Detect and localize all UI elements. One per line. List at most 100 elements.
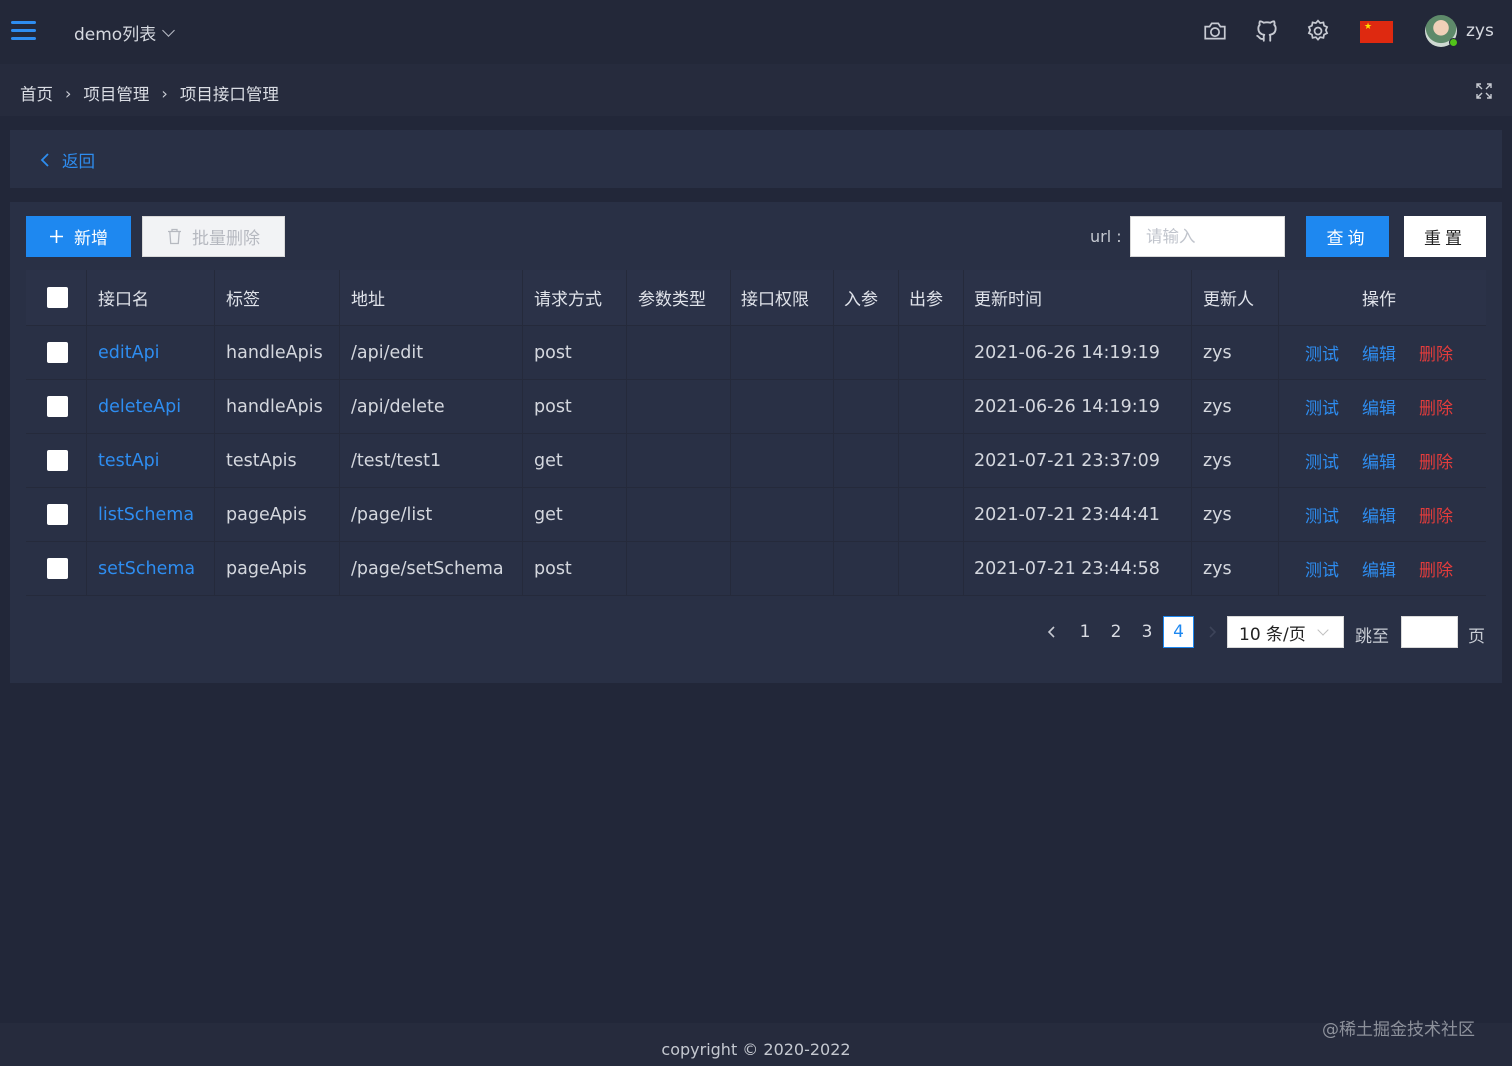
page-2[interactable]: 2 [1104, 616, 1128, 648]
batch-delete-button[interactable]: 批量删除 [142, 216, 285, 257]
url-search-input[interactable] [1130, 216, 1285, 257]
camera-icon[interactable] [1202, 18, 1228, 44]
delete-action-link[interactable]: 删除 [1419, 340, 1453, 365]
column-divider [1278, 488, 1279, 541]
column-header-tag: 标签 [226, 290, 260, 310]
next-page-icon[interactable] [1206, 625, 1218, 639]
col-api-name[interactable]: editApi [98, 326, 160, 379]
column-divider [1191, 434, 1192, 487]
china-flag-icon[interactable]: ★ [1360, 21, 1393, 43]
delete-action-link[interactable]: 删除 [1419, 448, 1453, 473]
col-api-name[interactable]: deleteApi [98, 380, 181, 433]
edit-action-link[interactable]: 编辑 [1362, 448, 1396, 473]
column-divider [339, 434, 340, 487]
col-address: /api/delete [351, 380, 445, 433]
row-checkbox[interactable] [47, 504, 68, 525]
updated-at-value: 2021-06-26 14:19:19 [974, 342, 1160, 363]
column-divider [522, 270, 523, 325]
page-size-select[interactable]: 10 条/页 [1227, 616, 1344, 648]
avatar[interactable] [1425, 15, 1458, 47]
edit-action-link[interactable]: 编辑 [1362, 394, 1396, 419]
back-button[interactable]: 返回 [40, 148, 95, 172]
row-checkbox[interactable] [47, 342, 68, 363]
method-value: post [534, 342, 572, 363]
edit-action-link[interactable]: 编辑 [1362, 340, 1396, 365]
test-action-link[interactable]: 测试 [1305, 502, 1339, 527]
add-button[interactable]: 新增 [26, 216, 131, 257]
column-divider [730, 434, 731, 487]
api-name-link[interactable]: deleteApi [98, 397, 181, 417]
column-divider [214, 488, 215, 541]
fullscreen-icon[interactable] [1476, 83, 1492, 99]
query-button[interactable]: 查询 [1306, 216, 1389, 257]
column-divider [833, 488, 834, 541]
col-api-name[interactable]: listSchema [98, 488, 194, 541]
plus-icon [50, 230, 63, 243]
table-row: editApi handleApis/api/edit post 2021-06-26… [26, 326, 1486, 380]
api-name-link[interactable]: listSchema [98, 505, 194, 525]
column-divider [963, 270, 964, 325]
tag-value: handleApis [226, 342, 323, 363]
row-checkbox[interactable] [47, 558, 68, 579]
edit-action-link[interactable]: 编辑 [1362, 502, 1396, 527]
row-select-cell [47, 326, 68, 379]
delete-action-link[interactable]: 删除 [1419, 394, 1453, 419]
page-4-current[interactable]: 4 [1163, 616, 1194, 648]
api-name-link[interactable]: testApi [98, 451, 160, 471]
col-updated-by: zys [1203, 434, 1232, 487]
col-api-name[interactable]: testApi [98, 434, 160, 487]
test-action-link[interactable]: 测试 [1305, 448, 1339, 473]
column-divider [522, 326, 523, 379]
test-action-link[interactable]: 测试 [1305, 394, 1339, 419]
row-select-cell [47, 488, 68, 541]
column-divider [86, 542, 87, 595]
row-checkbox[interactable] [47, 396, 68, 417]
column-divider [1278, 542, 1279, 595]
col-updated-by: zys [1203, 542, 1232, 595]
col-updated-at: 2021-06-26 14:19:19 [974, 326, 1160, 379]
gear-icon[interactable] [1305, 18, 1331, 44]
menu-toggle-icon[interactable] [11, 21, 36, 41]
column-divider [833, 270, 834, 325]
jump-to-page-input[interactable] [1401, 616, 1458, 648]
column-divider [626, 270, 627, 325]
column-divider [339, 270, 340, 325]
col-api-name[interactable]: setSchema [98, 542, 195, 595]
app-switcher[interactable]: demo列表 [74, 20, 176, 45]
col-method: post [534, 542, 572, 595]
column-divider [339, 542, 340, 595]
delete-action-link[interactable]: 删除 [1419, 556, 1453, 581]
column-divider [626, 542, 627, 595]
reset-button[interactable]: 重置 [1404, 216, 1486, 257]
column-divider [1278, 434, 1279, 487]
select-all-checkbox[interactable] [47, 287, 68, 308]
prev-page-icon[interactable] [1046, 625, 1058, 639]
edit-action-link[interactable]: 编辑 [1362, 556, 1396, 581]
api-name-link[interactable]: setSchema [98, 559, 195, 579]
api-name-link[interactable]: editApi [98, 343, 160, 363]
breadcrumb-item-home[interactable]: 首页 [20, 81, 53, 105]
col-tag: pageApis [226, 542, 307, 595]
page-3[interactable]: 3 [1135, 616, 1159, 648]
column-divider [1278, 326, 1279, 379]
row-checkbox[interactable] [47, 450, 68, 471]
updated-by-value: zys [1203, 342, 1232, 363]
column-divider [898, 488, 899, 541]
breadcrumb-item-project-management[interactable]: 项目管理 [83, 81, 149, 105]
column-divider [1191, 380, 1192, 433]
page-1[interactable]: 1 [1073, 616, 1097, 648]
test-action-link[interactable]: 测试 [1305, 340, 1339, 365]
address-value: /test/test1 [351, 450, 442, 471]
trash-icon [168, 228, 181, 245]
row-select-cell [47, 380, 68, 433]
column-divider [1191, 488, 1192, 541]
back-label: 返回 [62, 152, 95, 171]
username[interactable]: zys [1466, 21, 1494, 41]
chevron-left-icon [40, 153, 49, 167]
column-divider [730, 380, 731, 433]
column-divider [86, 326, 87, 379]
delete-action-link[interactable]: 删除 [1419, 502, 1453, 527]
github-icon[interactable] [1254, 18, 1280, 44]
column-divider [86, 270, 87, 325]
test-action-link[interactable]: 测试 [1305, 556, 1339, 581]
